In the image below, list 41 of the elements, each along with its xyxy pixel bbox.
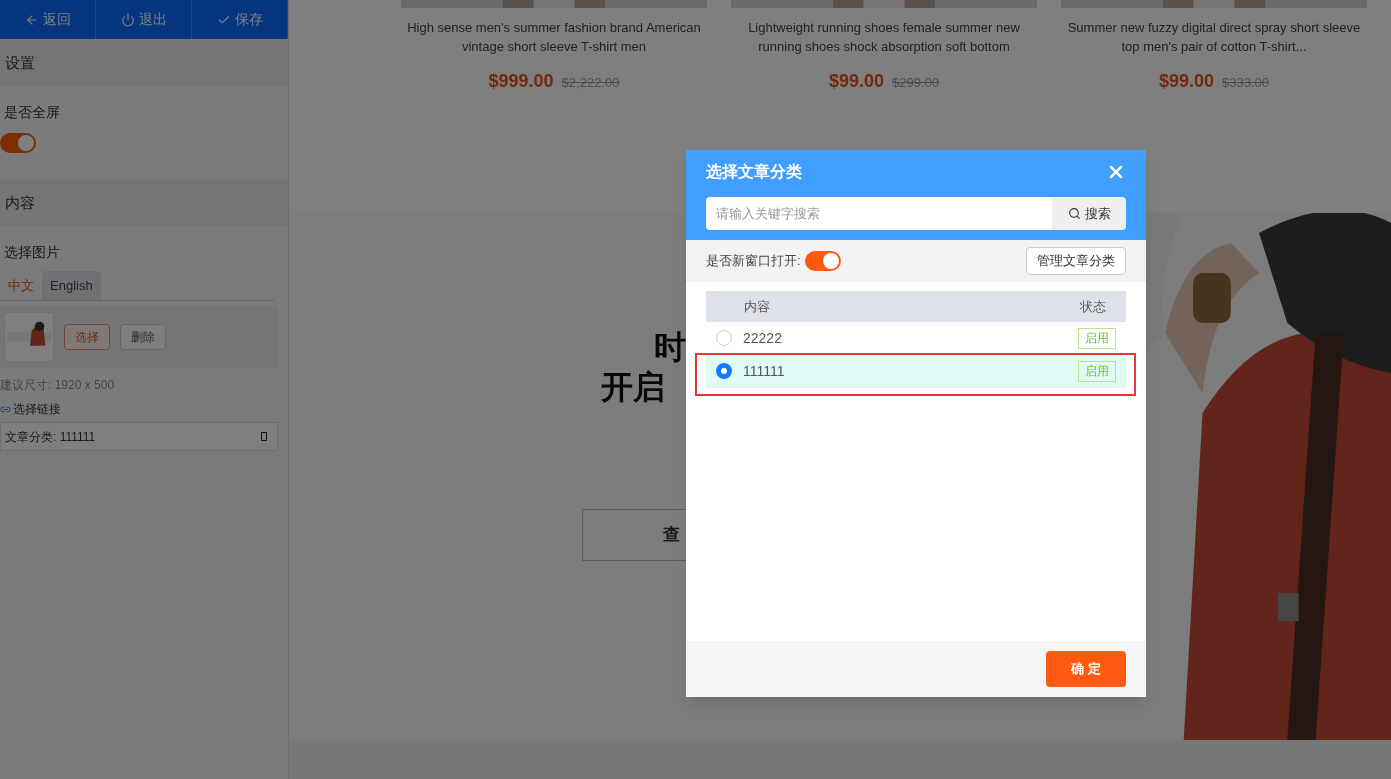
confirm-button[interactable]: 确 定 [1046, 651, 1126, 687]
category-row[interactable]: 111111 启用 [706, 355, 1126, 388]
image-action-button[interactable]: 选择 [64, 324, 110, 350]
product-title: Lightweight running shoes female summer new running shoes shock absorption soft bottom [747, 19, 1021, 56]
status-tag: 启用 [1078, 360, 1116, 382]
clear-icon [261, 432, 267, 441]
search-button[interactable]: 搜索 [1052, 197, 1126, 230]
category-name: 111111 [743, 361, 785, 381]
link-field[interactable]: 文章分类: 111111 [0, 422, 278, 451]
hero-subheading: 开启 [601, 368, 665, 407]
hero-heading: 时 [654, 328, 686, 367]
image-label: 选择图片 [4, 243, 61, 262]
image-action-button[interactable]: 删除 [120, 324, 166, 350]
link-value: 文章分类: 111111 [5, 428, 96, 446]
language-tab[interactable]: English [42, 271, 101, 300]
fullscreen-toggle[interactable] [0, 133, 36, 153]
column-header: 内容 [744, 297, 770, 316]
toolbar-button[interactable]: 退出 [96, 0, 192, 39]
power-icon [120, 12, 135, 27]
radio-button[interactable] [716, 363, 732, 379]
category-name: 22222 [743, 328, 782, 348]
manage-categories-button[interactable]: 管理文章分类 [1026, 247, 1126, 275]
product-price: $99.00 [828, 70, 885, 93]
dialog-title: 选择文章分类 [706, 162, 802, 182]
toolbar-button[interactable]: 保存 [192, 0, 288, 39]
toolbar-button[interactable]: 返回 [0, 0, 96, 39]
product-title: High sense men's summer fashion brand American vintage short sleeve T-shirt men [406, 19, 702, 56]
new-window-toggle[interactable] [804, 251, 841, 271]
search-field[interactable]: 请输入关键字搜索 [706, 197, 1052, 230]
fullscreen-label: 是否全屏 [4, 103, 60, 122]
column-header: 状态 [1080, 297, 1106, 316]
search-icon [1067, 207, 1081, 220]
section-header: 内容 [0, 180, 288, 226]
section-header: 设置 [0, 40, 288, 86]
new-window-label: 是否新窗口打开: [706, 252, 801, 271]
product-price: $99.00 [1158, 70, 1215, 93]
status-tag: 启用 [1078, 327, 1116, 349]
product-title: Summer new fuzzy digital direct spray short sleeve top men's pair of cotton T-shirt... [1066, 19, 1362, 56]
select-link[interactable]: 选择链接 [0, 400, 284, 418]
product-price: $999.00 [488, 70, 554, 93]
radio-button[interactable] [716, 330, 732, 346]
